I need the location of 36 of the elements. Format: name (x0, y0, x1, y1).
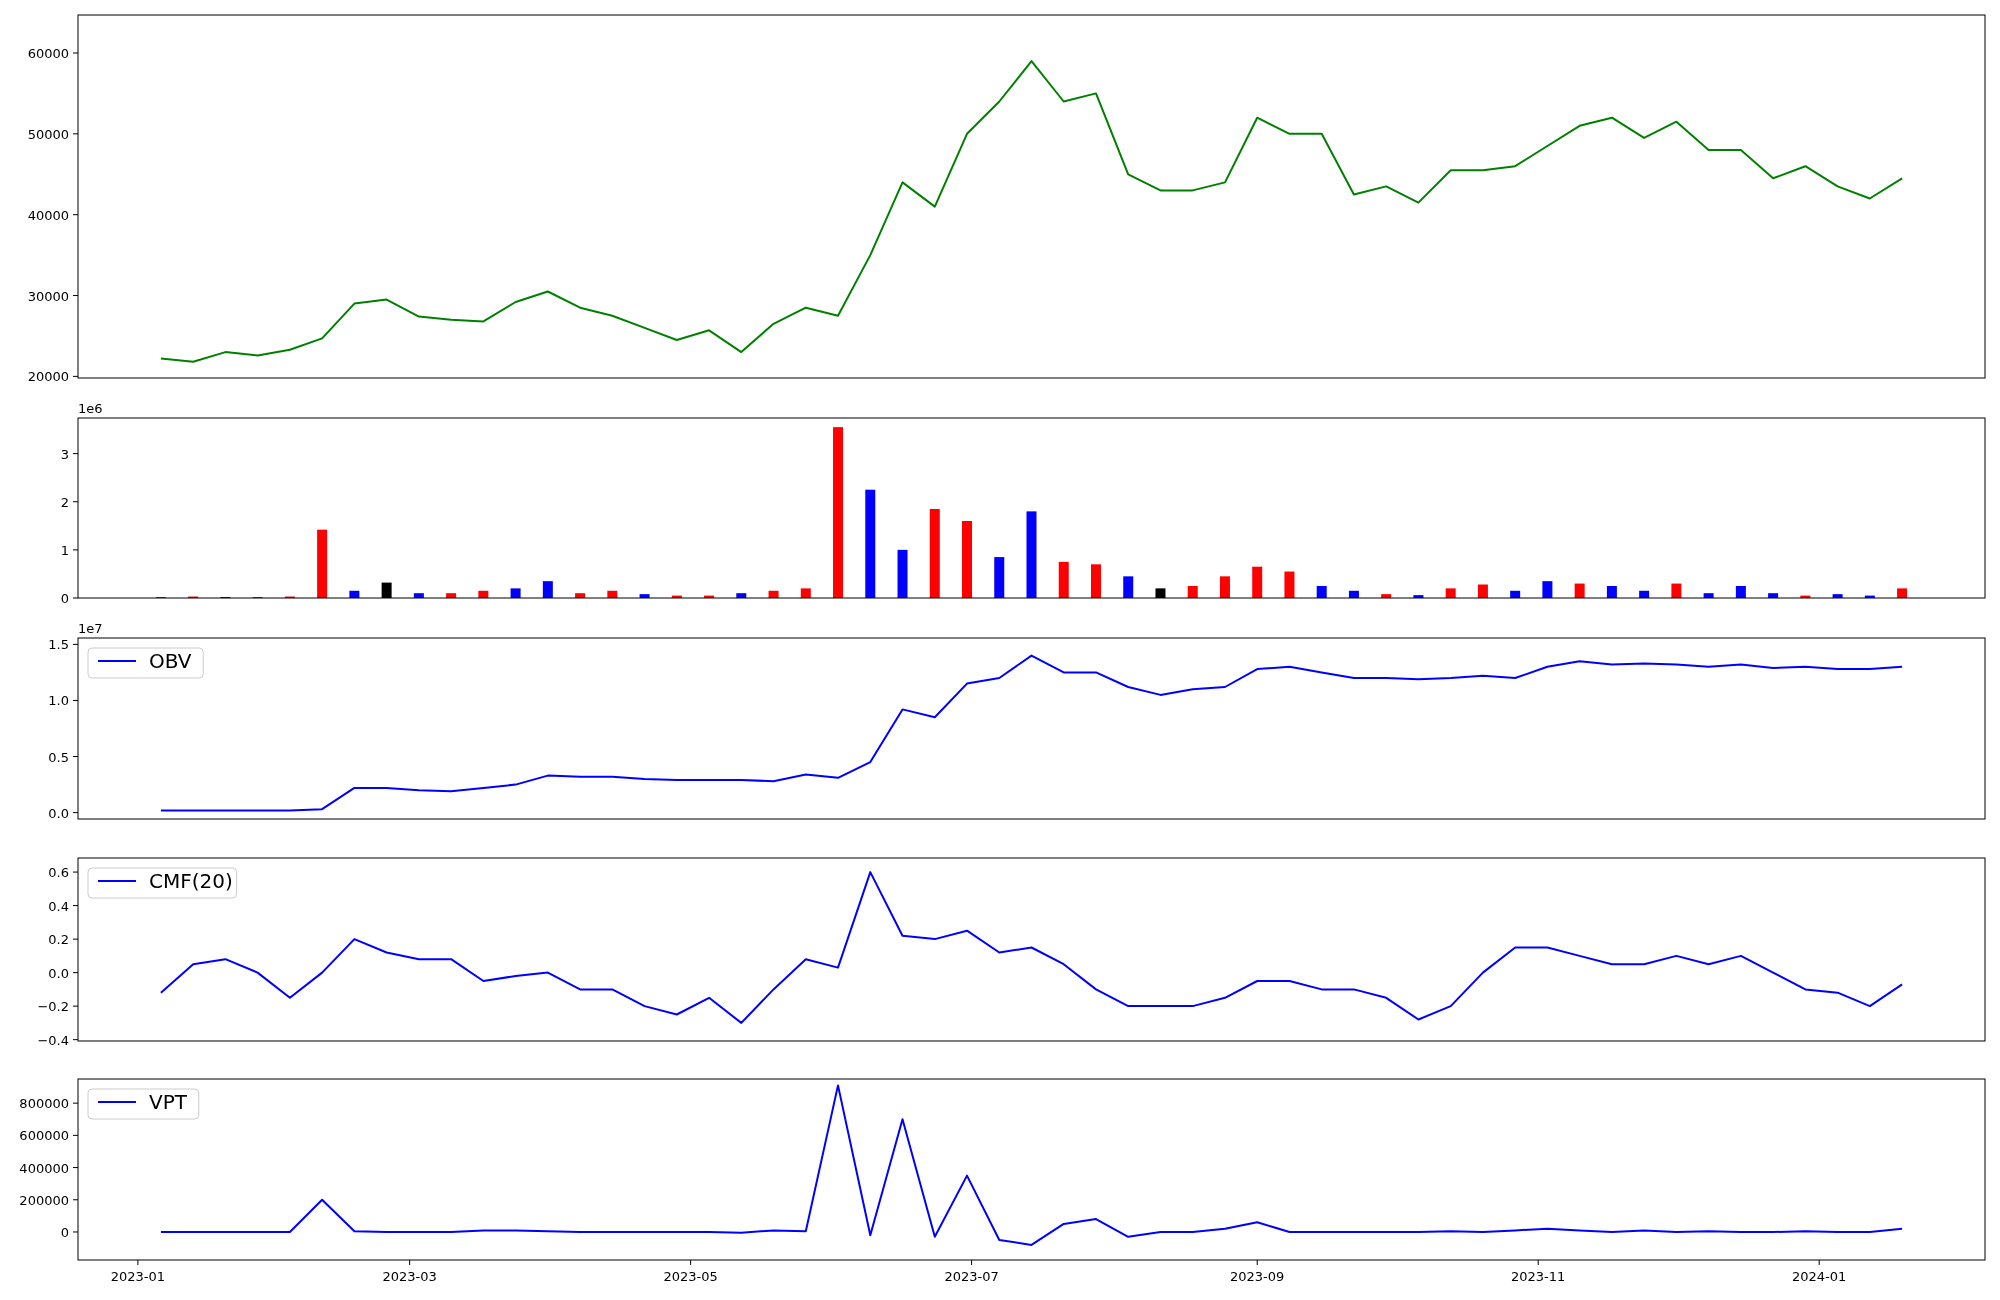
tick-label: 1 (60, 542, 69, 558)
tick-label: 20000 (27, 369, 69, 385)
tick-label: −0.2 (37, 999, 69, 1015)
tick-label: 2023-03 (382, 1269, 437, 1284)
legend-label: OBV (149, 649, 192, 673)
tick-label: 50000 (27, 126, 69, 142)
tick-label: 0.6 (48, 865, 69, 881)
tick-label: 200000 (19, 1192, 69, 1208)
tick-label: 400000 (19, 1160, 69, 1176)
tick-label: 0.0 (48, 965, 69, 981)
axis-offset-label: 1e6 (78, 401, 103, 416)
legend-label: CMF(20) (149, 869, 233, 893)
tick-label: 2 (60, 494, 69, 510)
tick-label: 800000 (19, 1096, 69, 1112)
tick-label: 0 (60, 591, 69, 606)
tick-label: 600000 (19, 1128, 69, 1144)
tick-label: 2023-09 (1230, 1269, 1285, 1284)
tick-label: 40000 (27, 207, 69, 223)
tick-label: 2024-01 (1792, 1269, 1847, 1284)
tick-label: 3 (60, 446, 69, 462)
tick-label: 30000 (27, 288, 69, 304)
tick-label: 1.5 (48, 637, 69, 653)
tick-label: 2023-07 (944, 1269, 999, 1284)
tick-label: −0.4 (37, 1032, 69, 1048)
tick-label: 1.0 (48, 693, 69, 709)
tick-label: 0 (60, 1225, 69, 1240)
tick-label: 2023-01 (110, 1269, 166, 1284)
tick-label: 0.5 (48, 749, 69, 765)
tick-label: 0.4 (48, 898, 69, 914)
tick-label: 2023-05 (663, 1269, 718, 1284)
tick-label: 0.2 (48, 932, 69, 948)
legend-label: VPT (149, 1090, 187, 1114)
tick-label: 60000 (27, 46, 69, 61)
tick-label: 0.0 (48, 805, 69, 821)
axis-offset-label: 1e7 (78, 621, 103, 636)
tick-label: 2023-11 (1511, 1269, 1566, 1284)
